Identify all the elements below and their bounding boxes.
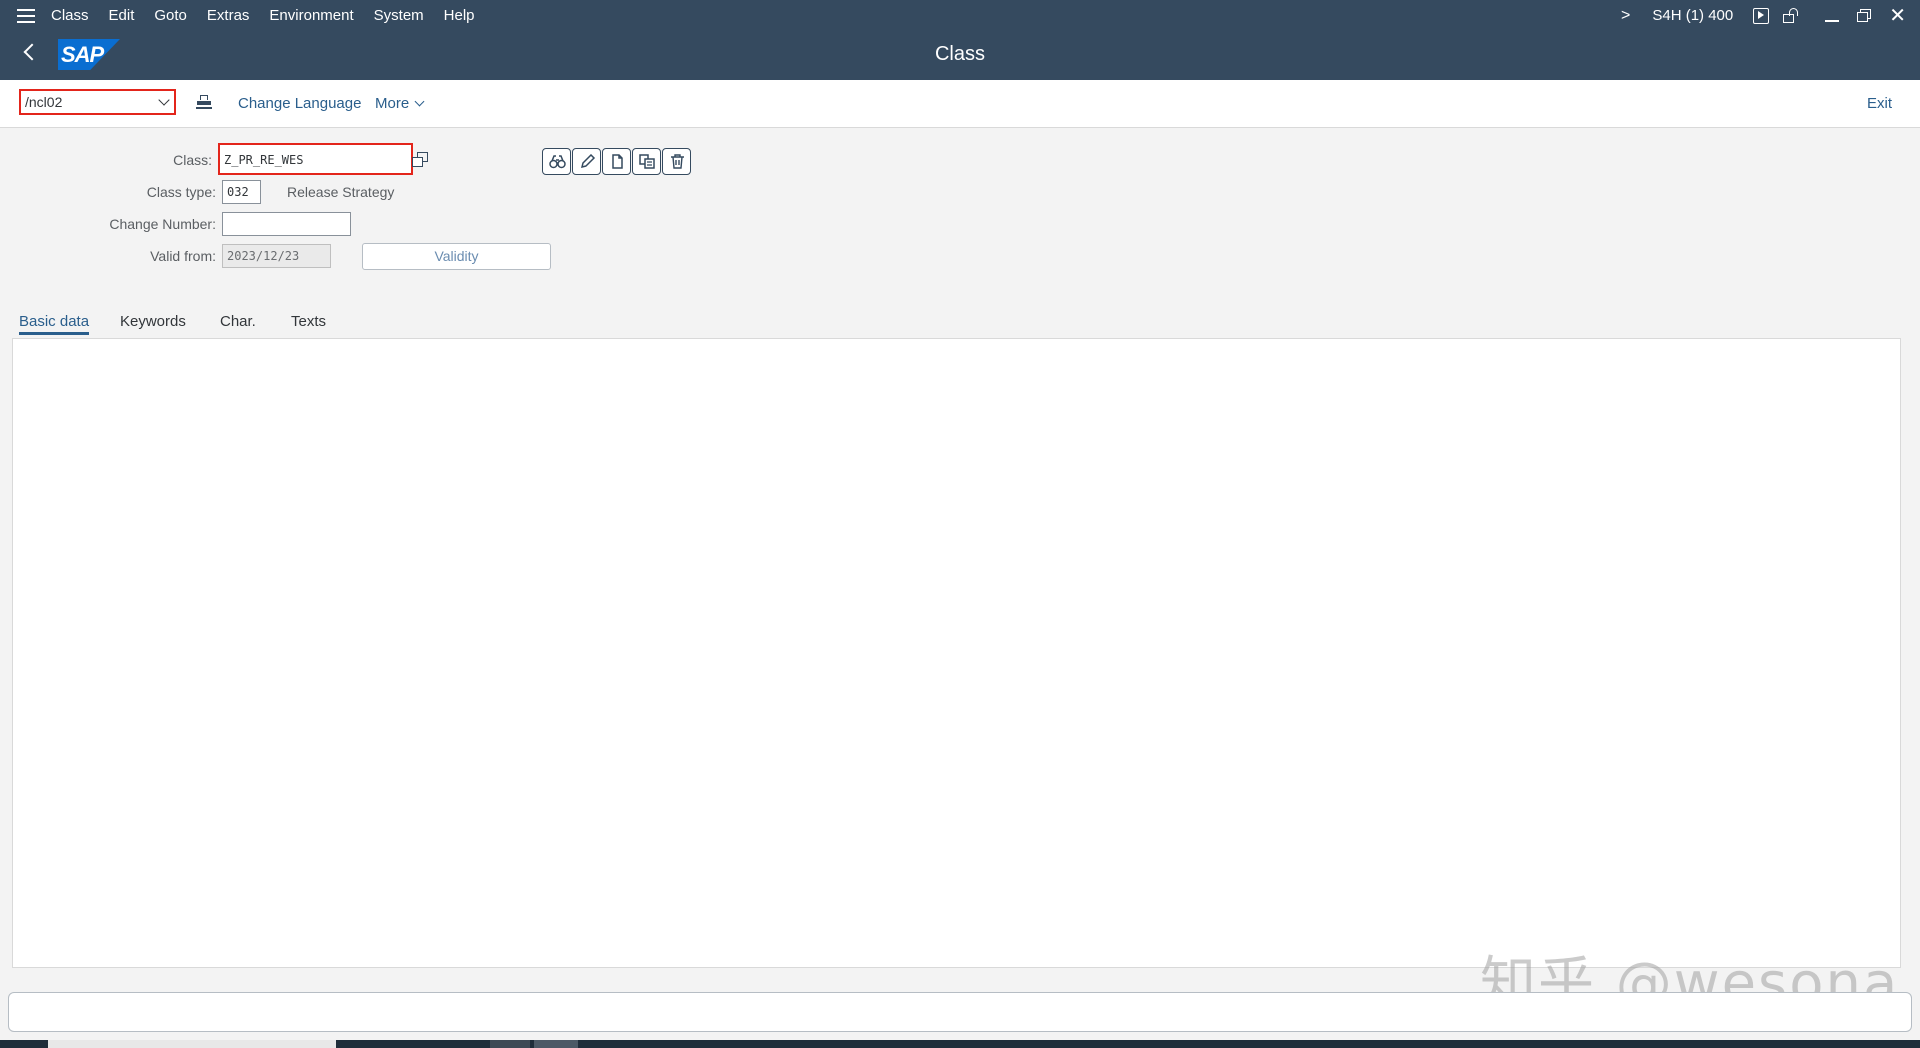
exit-button[interactable]: Exit — [1867, 95, 1892, 112]
change-button[interactable] — [572, 148, 601, 175]
chevron-down-icon — [414, 96, 425, 107]
copy-icon — [639, 154, 655, 169]
valid-from-label: Valid from: — [150, 248, 216, 264]
delete-icon — [671, 154, 684, 169]
hamburger-menu-icon[interactable] — [17, 8, 35, 23]
tab-content-panel — [12, 338, 1901, 968]
valid-from-input: 2023/12/23 — [222, 244, 331, 268]
play-icon[interactable] — [1753, 7, 1770, 24]
change-icon — [580, 154, 596, 169]
class-input[interactable]: Z_PR_RE_WES — [218, 143, 413, 175]
create-button[interactable] — [602, 148, 631, 175]
command-field-value: /ncl02 — [25, 94, 63, 110]
menu-item-extras[interactable]: Extras — [207, 7, 250, 24]
menu-item-class[interactable]: Class — [51, 7, 89, 24]
command-field[interactable]: /ncl02 — [19, 89, 176, 115]
tab-keywords[interactable]: Keywords — [120, 313, 186, 330]
system-id: S4H (1) 400 — [1652, 7, 1734, 24]
class-label: Class: — [173, 152, 212, 168]
copy-button[interactable] — [632, 148, 661, 175]
more-label: More — [375, 95, 410, 112]
restore-icon[interactable] — [1857, 9, 1872, 22]
menu-item-help[interactable]: Help — [444, 7, 475, 24]
menu-bar: Class Edit Goto Extras Environment Syste… — [0, 0, 1920, 31]
menu-item-goto[interactable]: Goto — [154, 7, 187, 24]
tab-char[interactable]: Char. — [220, 313, 256, 330]
close-icon[interactable]: ✕ — [1889, 6, 1906, 26]
class-type-input[interactable]: 032 — [222, 180, 261, 204]
menu-item-system[interactable]: System — [374, 7, 424, 24]
taskbar-item[interactable] — [534, 1040, 578, 1048]
tab-basic-data[interactable]: Basic data — [19, 313, 90, 335]
class-type-description: Release Strategy — [287, 184, 395, 200]
unlock-icon[interactable] — [1783, 7, 1799, 24]
value-help-icon[interactable] — [412, 150, 431, 172]
chevron-right-icon[interactable]: > — [1621, 7, 1630, 25]
create-icon — [612, 154, 623, 169]
taskbar-item[interactable] — [48, 1040, 336, 1048]
change-number-input[interactable] — [222, 212, 351, 236]
menubar-right: > S4H (1) 400 ✕ — [1621, 0, 1920, 31]
display-button[interactable] — [542, 148, 571, 175]
change-language-button[interactable]: Change Language — [238, 95, 361, 112]
application-toolbar: /ncl02 Change Language More Exit — [0, 80, 1920, 128]
chevron-down-icon[interactable] — [158, 94, 170, 106]
validity-button[interactable]: Validity — [362, 243, 551, 270]
title-bar: SAP Class — [0, 31, 1920, 80]
menu-item-environment[interactable]: Environment — [269, 7, 353, 24]
stack-icon[interactable] — [196, 95, 214, 111]
delete-button[interactable] — [662, 148, 691, 175]
display-icon — [549, 155, 566, 169]
tab-texts[interactable]: Texts — [291, 313, 326, 330]
status-bar — [8, 992, 1912, 1032]
class-type-label: Class type: — [146, 184, 216, 200]
page-title: Class — [934, 43, 985, 65]
more-button[interactable]: More — [375, 95, 425, 112]
change-number-label: Change Number: — [109, 216, 216, 232]
taskbar-item[interactable] — [490, 1040, 530, 1048]
taskbar — [0, 1040, 1920, 1048]
menu-item-edit[interactable]: Edit — [109, 7, 135, 24]
minimize-icon[interactable] — [1825, 19, 1840, 22]
